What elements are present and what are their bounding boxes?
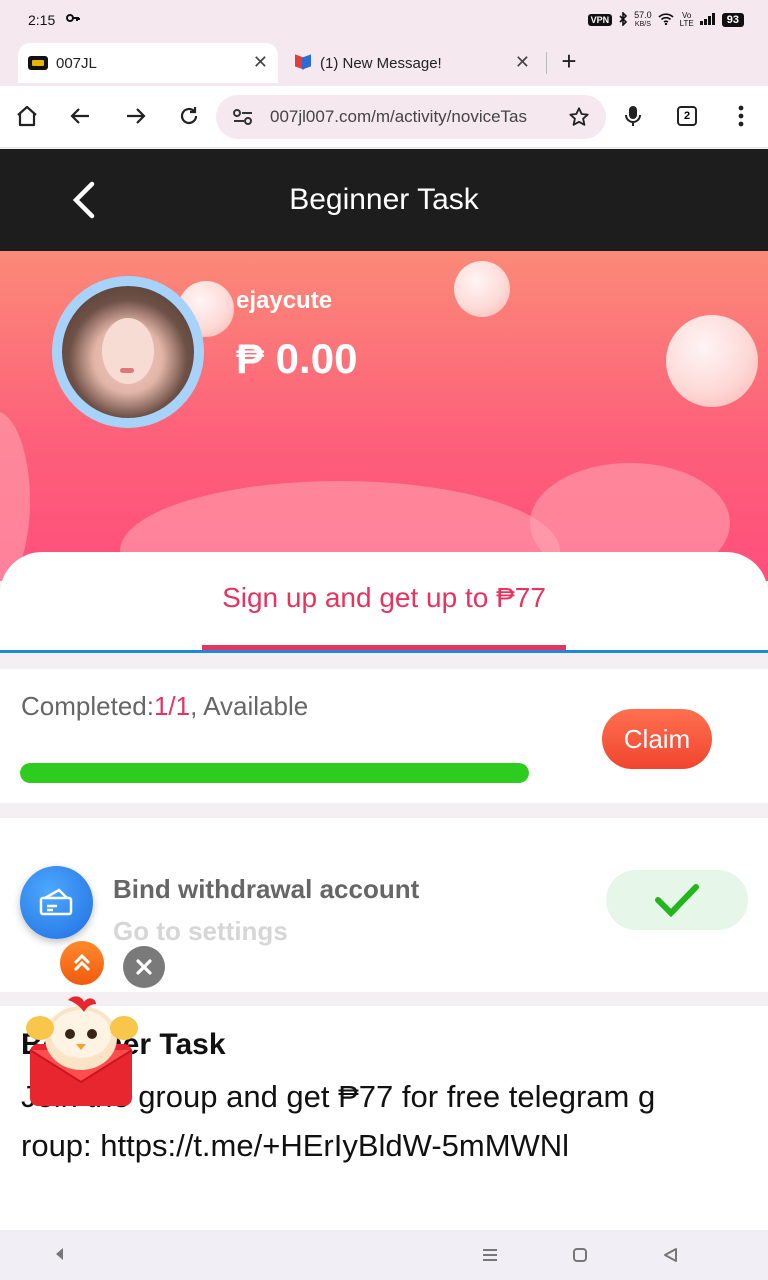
status-icons: VPN 57.0 KB/S Vo LTE 93 — [587, 10, 744, 29]
status-bar: 2:15 VPN 57.0 KB/S Vo LTE 93 — [0, 0, 768, 40]
scroll-up-chevron-icon[interactable] — [60, 941, 104, 985]
site-settings-icon[interactable] — [232, 107, 254, 132]
wifi-icon — [658, 12, 674, 28]
task-progress-card: Completed:1/1, Available Claim — [0, 669, 768, 803]
go-to-settings-link[interactable]: Go to settings — [113, 916, 288, 947]
net-speed-unit: KB/S — [634, 21, 651, 28]
bind-account-task: Bind withdrawal account Go to settings — [0, 818, 768, 992]
forward-arrow-icon[interactable] — [122, 103, 148, 129]
battery-level: 93 — [721, 13, 744, 27]
progress-bar — [20, 763, 529, 783]
tab-signup-reward[interactable]: Sign up and get up to ₱77 — [0, 582, 768, 614]
url-text: 007jl007.com/m/activity/noviceTas — [270, 107, 528, 126]
decorative-bubble — [666, 315, 758, 407]
key-icon — [66, 11, 80, 26]
bank-card-icon[interactable] — [20, 866, 93, 939]
home-icon[interactable] — [14, 103, 40, 129]
profile-banner: ejaycute ₱ 0.00 — [0, 251, 768, 581]
browser-toolbar: 007jl007.com/m/activity/noviceTas 2 — [0, 86, 768, 148]
page-header: Beginner Task — [0, 149, 768, 251]
back-arrow-icon[interactable] — [68, 103, 94, 129]
address-bar[interactable]: 007jl007.com/m/activity/noviceTas — [216, 95, 606, 139]
volte-icon: Vo LTE — [679, 11, 694, 28]
tab-count: 2 — [677, 106, 697, 126]
browser-tab-strip: 007JL ✕ (1) New Message! ✕ + — [0, 40, 768, 86]
divider — [0, 650, 768, 653]
bluetooth-icon — [618, 10, 628, 29]
reload-icon[interactable] — [176, 103, 202, 129]
nav-back-small-icon[interactable] — [54, 1247, 64, 1266]
tab-title: (1) New Message! — [320, 54, 442, 72]
tab-switcher-button[interactable]: 2 — [674, 103, 700, 129]
progress-fill — [20, 763, 529, 783]
availability-label: , Available — [190, 691, 309, 721]
task-tab-card: Sign up and get up to ₱77 — [0, 552, 768, 652]
nav-back-icon[interactable] — [662, 1247, 678, 1268]
close-tab-icon[interactable]: ✕ — [515, 52, 530, 73]
bind-task-title: Bind withdrawal account — [113, 874, 420, 904]
vpn-badge: VPN — [587, 14, 613, 26]
more-menu-icon[interactable] — [728, 103, 754, 129]
tab-divider — [546, 52, 547, 74]
microphone-icon[interactable] — [620, 103, 646, 129]
completion-label: Completed: — [21, 691, 154, 721]
decorative-bubble — [454, 261, 510, 317]
browser-tab-inactive[interactable]: (1) New Message! ✕ — [288, 43, 540, 83]
nav-home-square-icon[interactable] — [572, 1247, 588, 1268]
browser-tab-active[interactable]: 007JL ✕ — [18, 43, 278, 83]
close-tab-icon[interactable]: ✕ — [253, 52, 268, 73]
completion-count: 1/1 — [153, 691, 191, 721]
avatar[interactable] — [52, 276, 204, 428]
status-time: 2:15 — [28, 12, 56, 28]
signal-icon — [699, 12, 716, 28]
username: ejaycute — [236, 287, 333, 314]
net-speed-value: 57.0 — [634, 10, 652, 20]
account-balance: ₱ 0.00 — [236, 335, 358, 382]
site-favicon-icon — [28, 56, 48, 70]
net-speed: 57.0 KB/S — [634, 11, 652, 29]
checkmark-icon — [655, 884, 699, 918]
task-complete-badge — [606, 870, 748, 930]
tab-title: 007JL — [56, 54, 97, 72]
avatar-image — [62, 286, 194, 418]
new-tab-button[interactable]: + — [556, 46, 582, 77]
claim-button[interactable]: Claim — [602, 709, 712, 769]
nav-menu-icon[interactable] — [482, 1248, 498, 1267]
completion-status: Completed:1/1, Available — [21, 691, 308, 722]
system-navigation-bar — [0, 1230, 768, 1280]
page-title: Beginner Task — [289, 183, 479, 216]
message-favicon-icon — [294, 54, 312, 72]
bookmark-star-icon[interactable] — [568, 106, 590, 133]
red-envelope-mascot-icon[interactable] — [24, 994, 138, 1110]
close-icon[interactable] — [123, 946, 165, 988]
